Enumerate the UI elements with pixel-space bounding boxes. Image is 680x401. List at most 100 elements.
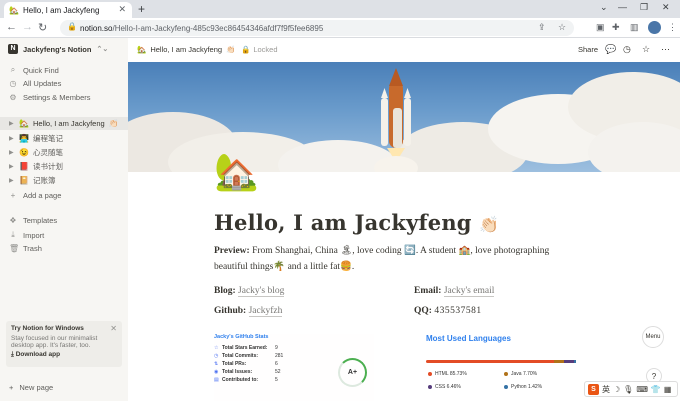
breadcrumb-label: Hello, I am Jackyfeng — [150, 45, 223, 54]
caret-right-icon[interactable]: ▶ — [9, 163, 15, 170]
sidebar-page-essays[interactable]: ▶ 😉 心灵随笔 — [9, 147, 63, 158]
clap-icon: 👏🏻 — [108, 119, 119, 128]
qq-label: QQ — [414, 306, 429, 316]
email-link[interactable]: Jacky's email — [443, 286, 495, 297]
stat-label: Total Issues: — [222, 369, 253, 375]
reload-icon[interactable]: ↻ — [38, 21, 47, 34]
shirt-icon[interactable]: 👕 — [651, 385, 661, 394]
email-label: Email — [414, 286, 439, 296]
forward-icon[interactable]: → — [22, 21, 33, 33]
history-icon[interactable]: ◷ — [623, 44, 631, 55]
chevron-down-icon[interactable]: ⌄ — [600, 2, 608, 13]
sidebar-item-trash[interactable]: 🗑 Trash — [9, 244, 42, 253]
github-row: Github: Jackyfzh — [214, 306, 283, 317]
sidebar-item-quick-find[interactable]: ⌕ Quick Find — [9, 65, 59, 75]
sidebar-page-label: 读书计划 — [32, 162, 63, 171]
tab-title: Hello, I am Jackyfeng — [22, 5, 100, 15]
locked-label: Locked — [253, 45, 278, 54]
book-icon: 📕 — [19, 162, 29, 171]
close-icon[interactable]: ✕ — [110, 324, 117, 333]
bookmark-star-icon[interactable]: ☆ — [558, 22, 566, 33]
promo-body: Stay focused in our minimalist desktop a… — [11, 335, 98, 349]
stat-row: ☆ Total Stars Earned: 9 — [214, 344, 374, 352]
extension-icon[interactable]: ▣ — [596, 22, 605, 33]
grid-icon[interactable]: ▦ — [664, 385, 672, 394]
clap-icon: 👏🏻 — [479, 215, 500, 234]
share-button[interactable]: Share — [578, 45, 598, 54]
breadcrumb[interactable]: 🏡 Hello, I am Jackyfeng 👏🏻 — [137, 45, 235, 54]
minimize-icon[interactable]: — — [618, 2, 627, 12]
qq-row: QQ: 435537581 — [414, 306, 482, 316]
download-app-link[interactable]: ⤓ Download app — [11, 351, 117, 359]
stat-value: 9 — [275, 345, 278, 351]
sidepanel-icon[interactable]: ▥ — [630, 22, 639, 33]
sidebar-page-coding[interactable]: ▶ 👨‍💻 编程笔记 — [9, 133, 63, 144]
house-icon: 🏡 — [19, 119, 29, 128]
sidebar-item-settings[interactable]: ⚙ Settings & Members — [9, 93, 91, 102]
github-link[interactable]: Jackyfzh — [248, 306, 283, 317]
sogou-icon[interactable]: S — [588, 383, 599, 395]
sidebar-page-label: 编程笔记 — [32, 134, 63, 143]
back-icon[interactable]: ← — [6, 21, 17, 33]
workspace-name: Jackyfeng's Notion — [23, 44, 92, 54]
download-app-label: Download app — [15, 351, 61, 358]
github-stats-title: Jacky's GitHub Stats — [214, 334, 269, 340]
qq-value: 435537581 — [434, 306, 482, 316]
desktop-app-promo: Try Notion for Windows ✕ Stay focused in… — [6, 321, 122, 367]
caret-right-icon[interactable]: ▶ — [9, 149, 15, 156]
restore-icon[interactable]: ❐ — [640, 2, 648, 13]
favorite-star-icon[interactable]: ☆ — [642, 44, 650, 55]
stat-label: Total Stars Earned: — [222, 345, 268, 351]
blog-link[interactable]: Jacky's blog — [238, 286, 285, 297]
sidebar-item-templates[interactable]: ❖ Templates — [9, 216, 57, 225]
share-page-icon[interactable]: ⇪ — [538, 22, 546, 33]
languages-bar — [426, 360, 576, 363]
grade-text: A+ — [347, 369, 358, 376]
page-title-text: Hello, I am Jackyfeng — [214, 210, 472, 235]
preview-paragraph: Preview: From Shanghai, China 🏝, love co… — [214, 246, 550, 272]
keyboard-icon[interactable]: ⌨ — [636, 385, 648, 394]
tab-close-icon[interactable]: ✕ — [118, 4, 126, 15]
add-page-button[interactable]: + Add a page — [9, 191, 62, 200]
more-menu-icon[interactable]: ⋮ — [668, 22, 677, 33]
caret-right-icon[interactable]: ▶ — [9, 135, 15, 142]
page-main: 🏡 Hello, I am Jackyfeng 👏🏻 🔒 Locked Shar… — [128, 38, 680, 401]
stat-value: 5 — [275, 377, 278, 383]
sidebar-item-label: Trash — [23, 244, 42, 253]
preview-label: Preview — [214, 246, 247, 256]
page-topbar: 🏡 Hello, I am Jackyfeng 👏🏻 🔒 Locked Shar… — [128, 38, 680, 62]
github-label: Github — [214, 306, 244, 316]
sidebar-item-label: Settings & Members — [23, 93, 91, 102]
url-path: /Hello-I-am-Jackyfeng-485c93ec86454346af… — [112, 23, 324, 33]
page-icon[interactable]: 🏡 — [214, 152, 259, 192]
browser-tab[interactable]: 🏡 Hello, I am Jackyfeng ✕ — [4, 2, 132, 18]
sidebar-item-label: All Updates — [23, 79, 62, 88]
issue-icon: ◉ — [214, 369, 219, 375]
caret-right-icon[interactable]: ▶ — [9, 120, 15, 127]
menu-button[interactable]: Menu — [642, 326, 664, 348]
new-tab-button[interactable]: + — [138, 2, 145, 16]
window-close-icon[interactable]: ✕ — [662, 2, 670, 13]
moon-icon[interactable]: ☽ — [613, 385, 620, 394]
stat-label: Total PRs: — [222, 361, 247, 367]
sidebar-item-all-updates[interactable]: ◷ All Updates — [9, 79, 62, 88]
sidebar-page-reading[interactable]: ▶ 📕 读书计划 — [9, 161, 63, 172]
more-options-icon[interactable]: ⋯ — [661, 44, 670, 55]
comment-icon[interactable]: 💬 — [605, 44, 616, 55]
sidebar-item-import[interactable]: ⤓ Import — [9, 230, 44, 240]
puzzle-icon[interactable]: ✚ — [612, 22, 620, 33]
workspace-switcher[interactable]: N Jackyfeng's Notion ⌃⌄ — [8, 44, 108, 54]
mic-icon[interactable]: 🎙 — [623, 385, 633, 394]
stat-value: 6 — [275, 361, 278, 367]
ime-mode[interactable]: 英 — [602, 384, 610, 395]
profile-avatar[interactable] — [648, 21, 661, 34]
sidebar-page-ledger[interactable]: ▶ 📔 记账簿 — [9, 175, 55, 186]
locked-badge[interactable]: 🔒 Locked — [241, 45, 278, 54]
shuttle-illustration — [374, 68, 418, 172]
caret-right-icon[interactable]: ▶ — [9, 177, 15, 184]
address-bar[interactable]: 🔒 notion.so/Hello-I-am-Jackyfeng-485c93e… — [60, 20, 574, 36]
language-item: Java 7.70% — [504, 371, 537, 377]
language-item: CSS 6.46% — [428, 384, 461, 390]
new-page-button[interactable]: + New page — [9, 383, 53, 392]
sidebar-page-hello[interactable]: ▶ 🏡 Hello, I am Jackyfeng 👏🏻 — [0, 117, 128, 130]
